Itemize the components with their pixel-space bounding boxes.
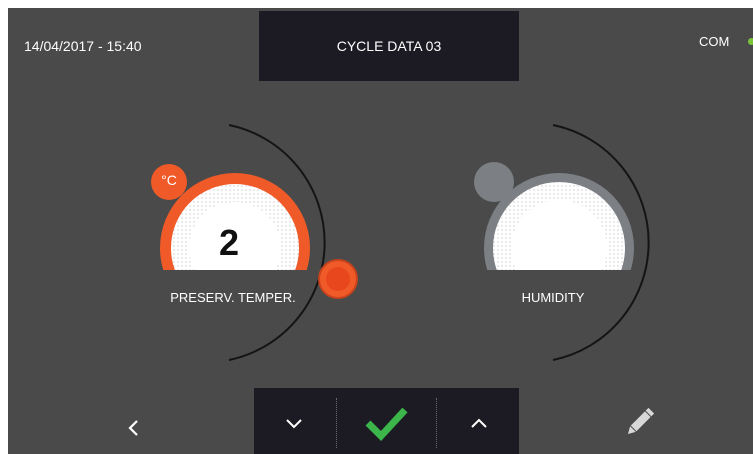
chevron-left-icon — [128, 420, 138, 436]
humidity-dial-label: HUMIDITY — [521, 290, 585, 305]
temperature-value: 2 — [218, 222, 240, 263]
bottom-control-bar — [254, 388, 519, 454]
temperature-dial-label: PRESERV. TEMPER. — [170, 290, 296, 305]
increase-button[interactable] — [438, 388, 519, 454]
humidity-dial-handle[interactable] — [474, 162, 514, 202]
humidity-dial[interactable] — [474, 124, 650, 361]
chevron-up-icon — [470, 418, 487, 428]
chevron-down-icon — [286, 419, 302, 429]
screen: 14/04/2017 - 15:40 CYCLE DATA 03 COM °C … — [8, 8, 753, 454]
divider — [436, 398, 437, 448]
edit-button[interactable] — [620, 402, 660, 442]
back-button[interactable] — [118, 413, 148, 443]
confirm-button[interactable] — [338, 388, 434, 454]
check-icon — [365, 407, 408, 442]
pencil-icon — [627, 407, 655, 435]
decrease-button[interactable] — [254, 388, 334, 454]
temperature-unit: °C — [161, 172, 177, 188]
divider — [336, 398, 337, 448]
